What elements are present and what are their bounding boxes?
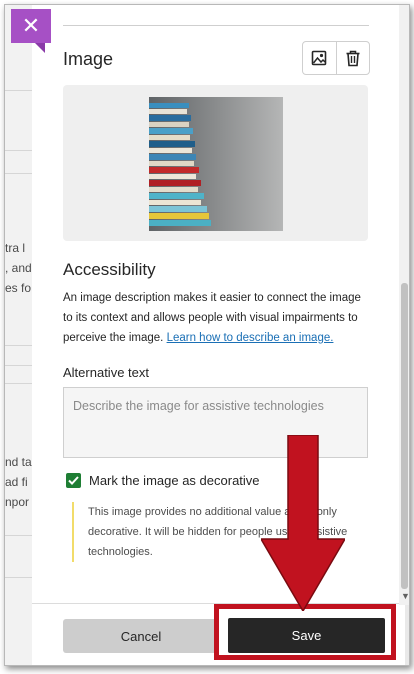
alt-text-label: Alternative text bbox=[63, 365, 149, 380]
checkmark-icon bbox=[68, 476, 79, 485]
image-preview-container bbox=[63, 85, 368, 241]
save-highlight-box bbox=[214, 604, 396, 660]
delete-image-button[interactable] bbox=[335, 42, 370, 74]
bg-text: es fo bbox=[5, 281, 32, 295]
decorative-checkbox-label[interactable]: Mark the image as decorative bbox=[89, 473, 260, 488]
cancel-button[interactable]: Cancel bbox=[63, 619, 219, 653]
bg-text: nd ta bbox=[5, 455, 32, 469]
learn-more-link[interactable]: Learn how to describe an image. bbox=[167, 332, 334, 344]
close-button[interactable]: ✕ bbox=[11, 9, 51, 53]
decorative-checkbox[interactable] bbox=[66, 473, 81, 488]
bg-text: tra l bbox=[5, 241, 26, 255]
replace-image-button[interactable] bbox=[303, 42, 336, 74]
down-arrow-annotation bbox=[261, 435, 345, 611]
bg-divider bbox=[5, 535, 35, 536]
bg-divider bbox=[5, 383, 35, 384]
image-replace-icon bbox=[311, 50, 327, 66]
divider bbox=[63, 25, 369, 26]
bg-divider bbox=[5, 345, 35, 346]
image-section-title: Image bbox=[63, 49, 114, 69]
accessibility-title: Accessibility bbox=[63, 260, 156, 279]
trash-icon bbox=[346, 50, 360, 66]
scroll-down-arrow[interactable]: ▼ bbox=[401, 591, 409, 601]
bg-divider bbox=[5, 577, 35, 578]
book-stack-image bbox=[149, 97, 283, 231]
bg-divider bbox=[5, 365, 35, 366]
bg-text: ad fi bbox=[5, 475, 28, 489]
bg-divider bbox=[5, 150, 35, 151]
bg-text: , and bbox=[5, 261, 32, 275]
accessibility-description: An image description makes it easier to … bbox=[63, 288, 373, 348]
image-actions bbox=[302, 41, 370, 75]
bg-divider bbox=[5, 173, 35, 174]
bg-text: npor bbox=[5, 495, 30, 509]
bg-divider bbox=[5, 90, 35, 91]
image-settings-panel: Image Accessibility An image description… bbox=[32, 5, 405, 665]
scrollbar-thumb[interactable] bbox=[401, 283, 408, 589]
window-frame: tra l , and es fo nd ta ad fi npor Image bbox=[4, 4, 410, 666]
